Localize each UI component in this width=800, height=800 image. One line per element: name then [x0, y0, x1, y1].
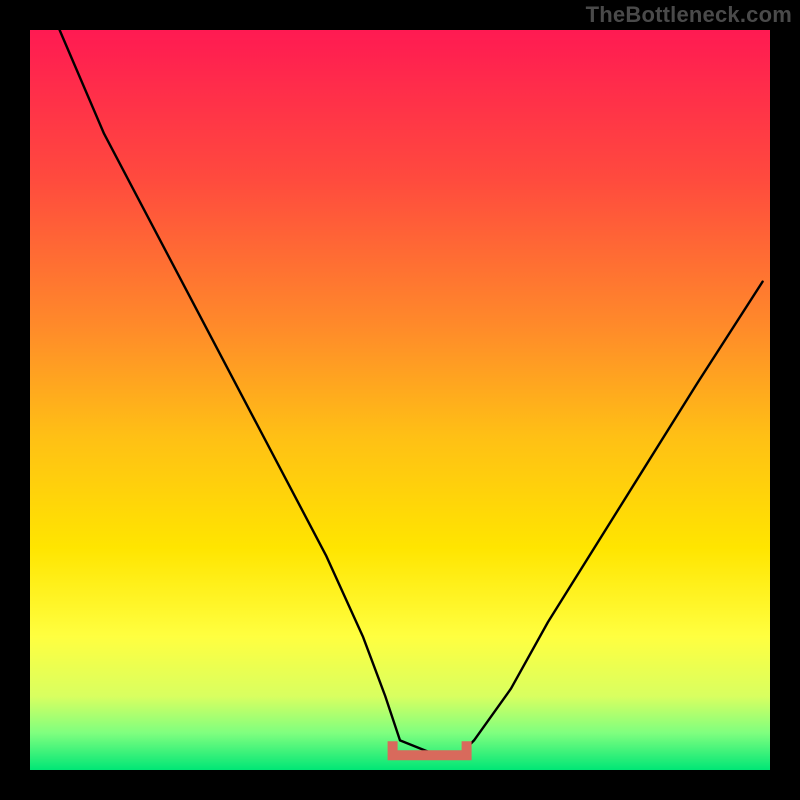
bottleneck-chart — [0, 0, 800, 800]
watermark-text: TheBottleneck.com — [586, 2, 792, 28]
chart-background — [30, 30, 770, 770]
chart-stage: TheBottleneck.com — [0, 0, 800, 800]
